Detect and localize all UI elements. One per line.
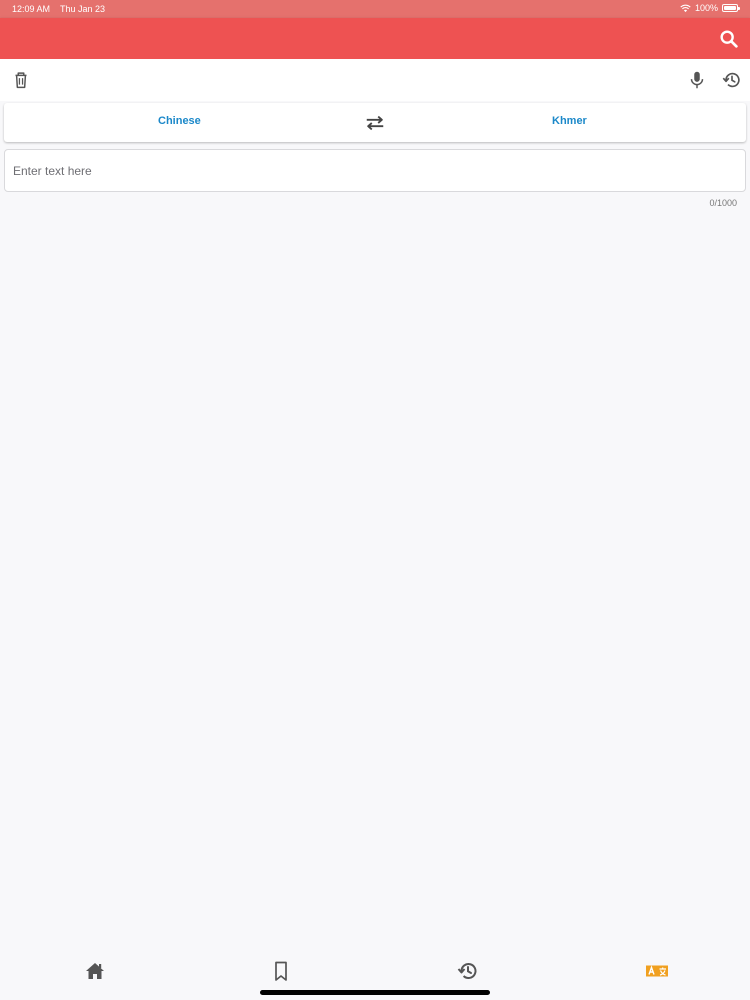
translate-icon[interactable] xyxy=(645,959,669,983)
battery-icon xyxy=(722,4,740,12)
text-input[interactable] xyxy=(5,150,745,191)
home-indicator xyxy=(260,990,490,995)
history-icon[interactable] xyxy=(456,959,480,983)
target-language-button[interactable]: Khmer xyxy=(552,115,587,127)
language-selector: Chinese Khmer xyxy=(4,103,746,142)
status-bar: 12:09 AM Thu Jan 23 100% xyxy=(0,0,750,18)
history-icon[interactable] xyxy=(721,69,743,91)
status-indicators: 100% xyxy=(680,3,740,13)
action-toolbar xyxy=(0,59,750,101)
swap-arrows-icon[interactable] xyxy=(364,112,386,134)
home-icon[interactable] xyxy=(83,959,107,983)
text-input-container xyxy=(4,149,746,192)
character-counter: 0/1000 xyxy=(709,198,737,208)
bookmark-icon[interactable] xyxy=(269,959,293,983)
battery-percent: 100% xyxy=(694,3,718,13)
wifi-icon xyxy=(680,4,691,12)
search-icon[interactable] xyxy=(718,28,740,50)
microphone-icon[interactable] xyxy=(686,69,708,91)
app-bar xyxy=(0,18,750,59)
trash-icon[interactable] xyxy=(10,69,32,91)
status-date: Thu Jan 23 xyxy=(60,4,106,14)
status-time: 12:09 AM xyxy=(12,4,51,14)
source-language-button[interactable]: Chinese xyxy=(158,115,201,127)
